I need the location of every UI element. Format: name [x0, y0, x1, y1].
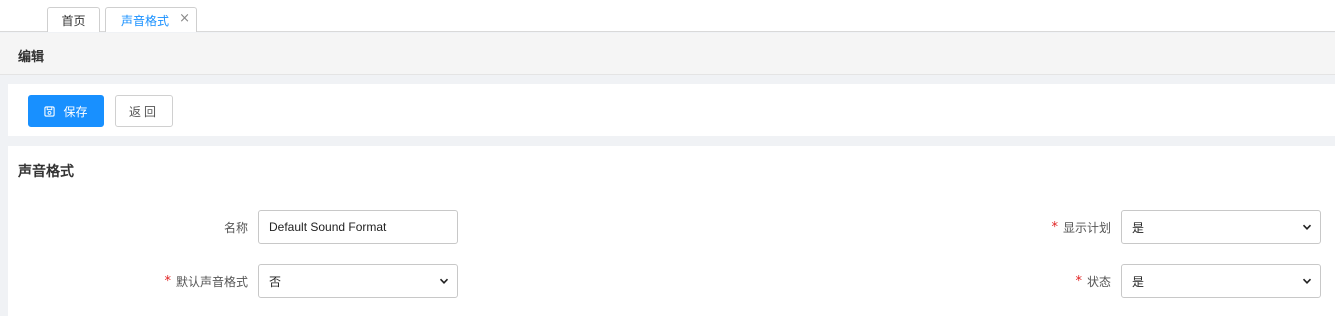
- chevron-down-icon: [1302, 224, 1312, 230]
- default-format-value: 否: [269, 274, 282, 289]
- required-marker: *: [1051, 219, 1058, 235]
- required-marker: *: [1075, 273, 1082, 289]
- tab-home[interactable]: 首页: [47, 7, 100, 32]
- toolbar: 保存 返回: [8, 84, 1335, 136]
- name-input[interactable]: Default Sound Format: [258, 210, 458, 244]
- status-value: 是: [1132, 274, 1145, 289]
- chevron-down-icon: [1302, 278, 1312, 284]
- default-format-select[interactable]: 否: [258, 264, 458, 298]
- required-marker: *: [164, 273, 171, 289]
- default-format-label-text: 默认声音格式: [175, 274, 248, 289]
- tab-sound-format-label: 声音格式: [121, 13, 170, 28]
- save-button[interactable]: 保存: [28, 95, 104, 127]
- back-button-label: 返回: [128, 104, 159, 119]
- page-title: 编辑: [18, 50, 45, 65]
- status-select[interactable]: 是: [1121, 264, 1321, 298]
- form-panel: 声音格式 名称 Default Sound Format * 显示计划 是 * …: [8, 146, 1335, 316]
- close-icon[interactable]: ×: [179, 12, 190, 26]
- status-label-text: 状态: [1086, 274, 1111, 289]
- save-icon: [44, 105, 56, 117]
- show-plan-value: 是: [1132, 220, 1145, 235]
- name-input-value: Default Sound Format: [269, 220, 387, 234]
- status-label: * 状态: [948, 264, 1111, 298]
- chevron-down-icon: [439, 278, 449, 284]
- show-plan-select[interactable]: 是: [1121, 210, 1321, 244]
- tab-sound-format[interactable]: 声音格式 ×: [105, 7, 197, 32]
- tab-bar: 首页 声音格式 ×: [0, 0, 1335, 32]
- show-plan-label: * 显示计划: [948, 210, 1111, 244]
- show-plan-label-text: 显示计划: [1062, 220, 1111, 235]
- name-label: 名称: [108, 210, 248, 244]
- default-format-label: * 默认声音格式: [108, 264, 248, 298]
- page-header: 编辑: [0, 33, 1335, 75]
- name-label-text: 名称: [223, 220, 248, 235]
- save-button-label: 保存: [63, 104, 88, 119]
- back-button[interactable]: 返回: [115, 95, 173, 127]
- section-title: 声音格式: [18, 164, 74, 180]
- tab-home-label: 首页: [61, 13, 86, 28]
